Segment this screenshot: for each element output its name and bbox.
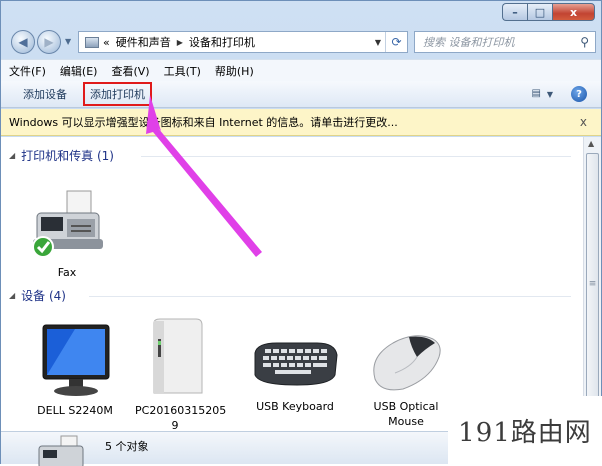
device-label-fax: Fax	[57, 266, 77, 279]
forward-arrow-icon: ▶	[44, 35, 54, 49]
menu-tools[interactable]: 工具(T)	[164, 63, 201, 79]
device-label-monitor: DELL S2240M	[37, 404, 113, 417]
collapse-triangle-icon[interactable]: ◢	[9, 151, 15, 160]
menu-bar: 文件(F) 编辑(E) 查看(V) 工具(T) 帮助(H)	[1, 59, 601, 81]
navigation-row: ◀ ▶ ▼ « 硬件和声音 ▶ 设备和打印机 ▼ ⟳ 搜索 设备和打印机 ⚲	[1, 28, 601, 56]
device-fax[interactable]: Fax	[23, 187, 111, 280]
address-prefix[interactable]: «	[103, 36, 110, 49]
menu-edit[interactable]: 编辑(E)	[60, 63, 98, 79]
device-label-mouse-line2: Mouse	[388, 415, 424, 428]
info-bar[interactable]: Windows 可以显示增强型设备图标和来自 Internet 的信息。请单击进…	[1, 109, 601, 136]
vertical-scrollbar[interactable]: ▲ ≡ ▼	[583, 137, 601, 431]
device-label-mouse: USB Optical	[373, 400, 439, 413]
device-list: ◢ 打印机和传真 (1) Fax ◢ 设备 (4) DELL S2240M PC…	[1, 137, 583, 431]
info-bar-close-icon[interactable]: x	[580, 115, 587, 129]
collapse-triangle-icon[interactable]: ◢	[9, 291, 15, 300]
fax-machine-icon	[32, 190, 103, 258]
breadcrumb-hardware-sound[interactable]: 硬件和声音	[116, 34, 171, 50]
mouse-icon	[373, 335, 441, 391]
group-divider	[141, 156, 571, 157]
group-header-printers[interactable]: ◢ 打印机和传真 (1)	[9, 147, 114, 164]
fax-machine-icon	[38, 435, 84, 466]
device-label-pc: PC20160315205	[135, 404, 227, 417]
forward-button[interactable]: ▶	[37, 30, 61, 54]
maximize-icon: □	[534, 5, 546, 19]
back-arrow-icon: ◀	[18, 35, 28, 49]
menu-help[interactable]: 帮助(H)	[215, 63, 254, 79]
group-label-printers: 打印机和传真 (1)	[21, 149, 114, 163]
add-printer-button[interactable]: 添加打印机	[83, 82, 152, 106]
computer-tower-icon	[153, 318, 203, 394]
monitor-icon	[42, 324, 110, 396]
address-bar[interactable]: « 硬件和声音 ▶ 设备和打印机 ▼ ⟳	[78, 31, 408, 53]
folder-icon	[85, 36, 99, 48]
window-controls: – □ x	[502, 3, 595, 21]
device-keyboard[interactable]: USB Keyboard	[245, 333, 345, 414]
watermark-logo: 191路由网	[448, 396, 602, 464]
add-device-button[interactable]: 添加设备	[19, 83, 71, 105]
device-mouse[interactable]: USB Optical Mouse	[361, 327, 451, 429]
breadcrumb-separator-icon[interactable]: ▶	[177, 38, 183, 47]
refresh-icon[interactable]: ⟳	[385, 32, 407, 52]
close-button[interactable]: x	[552, 3, 595, 21]
grip-icon: ≡	[588, 279, 597, 289]
group-divider	[89, 296, 571, 297]
command-bar: 添加设备 添加打印机 ▤ ▼ ?	[1, 81, 601, 108]
group-label-devices: 设备 (4)	[21, 289, 66, 303]
title-bar: – □ x	[1, 1, 601, 27]
address-dropdown-icon[interactable]: ▼	[375, 38, 381, 47]
device-label-keyboard: USB Keyboard	[256, 400, 334, 413]
help-icon[interactable]: ?	[571, 86, 587, 102]
menu-file[interactable]: 文件(F)	[9, 63, 46, 79]
menu-view[interactable]: 查看(V)	[111, 63, 149, 79]
search-placeholder: 搜索 设备和打印机	[423, 36, 515, 49]
keyboard-icon	[254, 342, 338, 386]
breadcrumb-devices-printers[interactable]: 设备和打印机	[189, 34, 255, 50]
view-dropdown-icon[interactable]: ▼	[547, 90, 553, 99]
scroll-up-icon[interactable]: ▲	[588, 139, 594, 148]
change-view-icon[interactable]: ▤	[532, 88, 541, 99]
info-bar-text[interactable]: Windows 可以显示增强型设备图标和来自 Internet 的信息。请单击进…	[9, 114, 398, 130]
object-count: 5 个对象	[105, 440, 149, 453]
scroll-thumb[interactable]: ≡	[586, 153, 599, 415]
minimize-icon: –	[512, 5, 518, 19]
close-icon: x	[569, 5, 578, 19]
device-monitor[interactable]: DELL S2240M	[27, 321, 123, 418]
device-label-pc-line2: 9	[171, 419, 179, 431]
explorer-window: – □ x ◀ ▶ ▼ « 硬件和声音 ▶ 设备和打印机 ▼ ⟳ 搜索 设备和打…	[0, 0, 602, 466]
search-icon[interactable]: ⚲	[580, 35, 589, 49]
recent-pages-dropdown-icon[interactable]: ▼	[65, 37, 71, 46]
back-button[interactable]: ◀	[11, 30, 35, 54]
minimize-button[interactable]: –	[502, 3, 527, 21]
device-pc[interactable]: PC20160315205 9	[135, 317, 227, 431]
search-input[interactable]: 搜索 设备和打印机 ⚲	[414, 31, 596, 53]
group-header-devices[interactable]: ◢ 设备 (4)	[9, 287, 66, 304]
maximize-button[interactable]: □	[527, 3, 552, 21]
